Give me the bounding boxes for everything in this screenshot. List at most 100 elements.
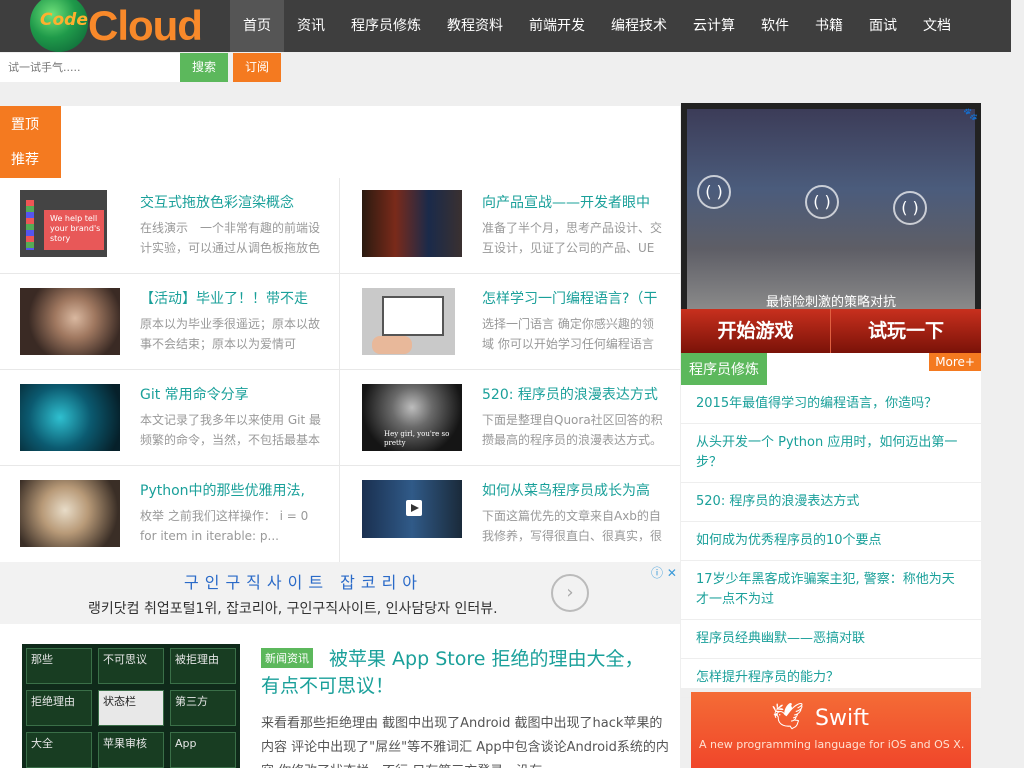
thumbnail-tile-text: 状态栏: [103, 695, 136, 708]
article-title[interactable]: Git 常用命令分享: [140, 384, 330, 404]
game-ad[interactable]: ( ) ( ) ( ) 🐾 最惊险刺激的策略对抗 开始游戏 试玩一下: [681, 103, 981, 353]
search-input[interactable]: [0, 53, 180, 82]
article-excerpt: 本文记录了我多年以来使用 Git 最频繁的命令，当然，不包括最基本: [140, 413, 321, 447]
thumbnail-tile-text: 第三方: [175, 695, 208, 708]
nav-item-programmer-training[interactable]: 程序员修炼: [338, 0, 434, 52]
nav-item-news[interactable]: 资讯: [284, 0, 338, 52]
article-thumbnail[interactable]: [362, 190, 462, 257]
thumbnail-tile-text: 苹果审核: [103, 737, 147, 750]
article-card[interactable]: Hey girl, you're so pretty 520: 程序员的浪漫表达…: [340, 370, 680, 466]
thumbnail-tile: 拒绝理由: [26, 690, 92, 726]
swift-ad-tagline: A new programming language for iOS and O…: [699, 738, 965, 751]
article-excerpt: 在线演示 一个非常有趣的前端设计实验，可以通过从调色板拖放色: [140, 221, 321, 255]
thumbnail-tile: 第三方: [170, 690, 236, 726]
nav-item-software[interactable]: 软件: [748, 0, 802, 52]
article-title[interactable]: 520: 程序员的浪漫表达方式: [482, 384, 672, 404]
thumbnail-tile-text: 大全: [31, 737, 53, 750]
article-card[interactable]: Python中的那些优雅用法, 枚举 之前我们这样操作： i = 0 for i…: [0, 466, 340, 562]
article-thumbnail[interactable]: We help tell your brand's story: [20, 190, 107, 257]
thumbnail-tile: 被拒理由: [170, 648, 236, 684]
article-title[interactable]: 交互式拖放色彩渲染概念: [140, 192, 330, 212]
sidebar-link[interactable]: 如何成为优秀程序员的10个要点: [681, 522, 981, 561]
ad-info-close-icon[interactable]: ⓘ ✕: [651, 564, 677, 581]
thumbnail-tile-text: 不可思议: [103, 653, 147, 666]
article-excerpt: 枚举 之前我们这样操作： i = 0 for item in iterable:…: [140, 509, 309, 543]
ad-arrow-icon[interactable]: ›: [551, 574, 589, 612]
sidebar-more-link[interactable]: More+: [929, 353, 981, 371]
swift-ad[interactable]: 🕊 Swift A new programming language for i…: [691, 692, 971, 768]
start-game-button[interactable]: 开始游戏: [681, 309, 831, 353]
thumbnail-caption: Hey girl, you're so pretty: [384, 430, 450, 447]
sidebar-link[interactable]: 2015年最值得学习的编程语言，你造吗？: [681, 385, 981, 424]
article-thumbnail[interactable]: [362, 288, 455, 355]
article-title[interactable]: Python中的那些优雅用法,: [140, 480, 330, 500]
article-grid: We help tell your brand's story 交互式拖放色彩渲…: [0, 178, 680, 562]
article-card[interactable]: We help tell your brand's story 交互式拖放色彩渲…: [0, 178, 340, 274]
article-title[interactable]: 如何从菜鸟程序员成长为高: [482, 480, 672, 500]
article-excerpt: 下面是整理自Quora社区回答的积攒最高的程序员的浪漫表达方式。: [482, 413, 663, 447]
sidebar-link[interactable]: 17岁少年黑客成诈骗案主犯, 警察：称他为天才一点不为过: [681, 561, 981, 620]
article-title[interactable]: 【活动】毕业了！！带不走: [140, 288, 330, 308]
banner-ad[interactable]: 구인구직사이트 잡코리아 랭키닷컴 취업포털1위, 잡코리아, 구인구직사이트,…: [0, 562, 680, 624]
thumbnail-tile-text: 被拒理由: [175, 653, 219, 666]
featured-article-excerpt: 来看看那些拒绝理由 截图中出现了Android 截图中出现了hack苹果的内容 …: [261, 716, 669, 768]
main-content: 置顶 推荐 We help tell your brand's story 交互…: [0, 106, 680, 768]
subscribe-button[interactable]: 订阅: [233, 53, 281, 82]
nav-item-books[interactable]: 书籍: [802, 0, 856, 52]
swift-ad-brand: Swift: [815, 706, 870, 731]
sidebar-link-list: 2015年最值得学习的编程语言，你造吗？ 从头开发一个 Python 应用时，如…: [681, 385, 981, 698]
article-excerpt: 原本以为毕业季很遥远；原本以故事不会结束；原本以为爱情可: [140, 317, 321, 351]
article-title[interactable]: 向产品宣战——开发者眼中: [482, 192, 672, 212]
game-ad-caption: 最惊险刺激的策略对抗: [765, 295, 896, 310]
article-card[interactable]: 向产品宣战——开发者眼中 准备了半个月，思考产品设计、交互设计，见证了公司的产品…: [340, 178, 680, 274]
article-card[interactable]: Git 常用命令分享 本文记录了我多年以来使用 Git 最频繁的命令，当然，不包…: [0, 370, 340, 466]
article-thumbnail[interactable]: [20, 480, 120, 547]
try-game-button[interactable]: 试玩一下: [831, 309, 981, 353]
ad-title[interactable]: 구인구직사이트 잡코리아: [184, 569, 423, 593]
article-title[interactable]: 怎样学习一门编程语言?（干: [482, 288, 672, 308]
swift-bird-icon: 🕊: [771, 702, 805, 732]
nav-item-docs[interactable]: 文档: [910, 0, 964, 52]
site-logo[interactable]: Code Cloud: [28, 0, 208, 52]
article-excerpt: 选择一门语言 确定你感兴趣的领域 你可以开始学习任何编程语言: [482, 317, 654, 351]
nav-item-tutorials[interactable]: 教程资料: [434, 0, 516, 52]
thumbnail-tile: 状态栏: [98, 690, 164, 726]
search-button[interactable]: 搜索: [180, 53, 228, 82]
play-icon: [411, 504, 419, 512]
article-card[interactable]: 怎样学习一门编程语言?（干 选择一门语言 确定你感兴趣的领域 你可以开始学习任何…: [340, 274, 680, 370]
nav-item-programming[interactable]: 编程技术: [598, 0, 680, 52]
paw-icon: 🐾: [963, 107, 978, 121]
logo-code-text: Code: [40, 10, 88, 30]
sidebar-link[interactable]: 程序员经典幽默——恶搞对联: [681, 620, 981, 659]
pinned-recommend-label: 置顶 推荐: [0, 106, 61, 178]
nav-item-cloud[interactable]: 云计算: [680, 0, 748, 52]
nav-item-frontend[interactable]: 前端开发: [516, 0, 598, 52]
main-nav: 首页 资讯 程序员修炼 教程资料 前端开发 编程技术 云计算 软件 书籍 面试 …: [230, 0, 964, 52]
thumbnail-tile: 大全: [26, 732, 92, 768]
thumbnail-tile-text: 那些: [31, 653, 53, 666]
thumbnail-caption: We help tell your brand's story: [50, 214, 101, 243]
sidebar-programmer-training: 程序员修炼 More+ 2015年最值得学习的编程语言，你造吗？ 从头开发一个 …: [681, 353, 981, 698]
nav-item-interview[interactable]: 面试: [856, 0, 910, 52]
article-thumbnail[interactable]: [20, 384, 120, 451]
article-card[interactable]: 【活动】毕业了！！带不走 原本以为毕业季很遥远；原本以故事不会结束；原本以为爱情…: [0, 274, 340, 370]
thumbnail-tile: 苹果审核: [98, 732, 164, 768]
article-thumbnail[interactable]: [20, 288, 120, 355]
sidebar-link[interactable]: 从头开发一个 Python 应用时，如何迈出第一步？: [681, 424, 981, 483]
article-thumbnail[interactable]: [362, 480, 462, 538]
article-card[interactable]: 如何从菜鸟程序员成长为高 下面这篇优先的文章来自Axb的自我修养，写得很直白、很…: [340, 466, 680, 562]
featured-article-title[interactable]: 被苹果 App Store 拒绝的理由大全，有点不可思议！: [261, 646, 661, 700]
thumbnail-tile-text: App: [175, 737, 197, 750]
featured-thumbnail[interactable]: 那些 不可思议 被拒理由 拒绝理由 状态栏 第三方 大全 苹果审核 App: [22, 644, 240, 768]
top-navigation-bar: Code Cloud 首页 资讯 程序员修炼 教程资料 前端开发 编程技术 云计…: [0, 0, 1011, 52]
nav-item-home[interactable]: 首页: [230, 0, 284, 52]
game-ad-buttons: 开始游戏 试玩一下: [681, 309, 981, 353]
ad-subtitle: 랭키닷컴 취업포털1위, 잡코리아, 구인구직사이트, 인사담당자 인터뷰.: [88, 601, 498, 617]
article-thumbnail[interactable]: Hey girl, you're so pretty: [362, 384, 462, 451]
pinned-label-top: 置顶: [11, 117, 39, 133]
logo-cloud-text: Cloud: [88, 2, 203, 49]
sidebar-section-title[interactable]: 程序员修炼: [681, 353, 767, 385]
target-reticle-icon: ( ): [805, 185, 839, 219]
sidebar-link[interactable]: 520: 程序员的浪漫表达方式: [681, 483, 981, 522]
target-reticle-icon: ( ): [697, 175, 731, 209]
